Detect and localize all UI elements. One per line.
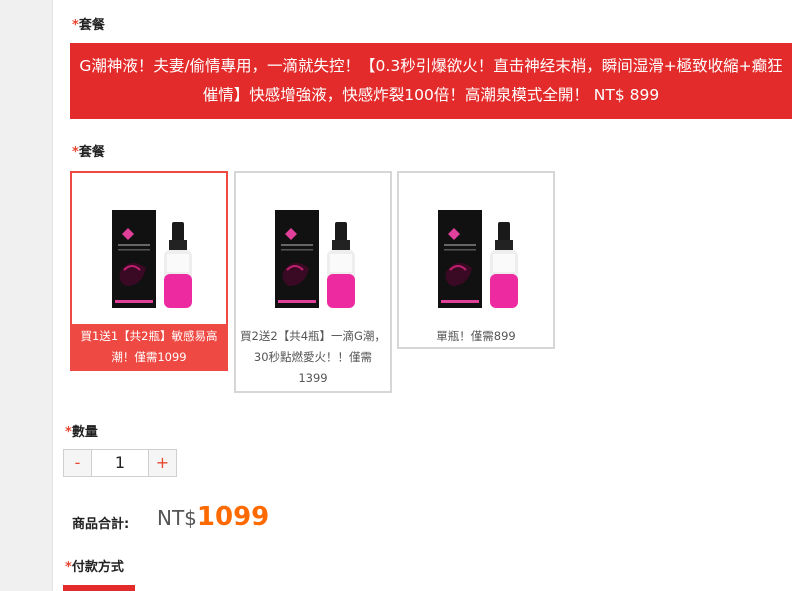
package-label-1: *套餐 (72, 18, 105, 33)
selected-package-title: G潮神液！夫妻/偷情專用，一滴就失控！【0.3秒引爆欲火！直击神经末梢，瞬间湿滑… (70, 43, 792, 119)
total-label: 商品合計: (72, 517, 130, 532)
product-bottle-icon (274, 209, 356, 309)
quantity-label: *數量 (65, 425, 98, 440)
quantity-minus-button[interactable]: - (63, 449, 92, 477)
package-option-3[interactable]: 單瓶！僅需899 (397, 171, 555, 349)
total-currency: NT$ (157, 506, 197, 530)
package-option-2[interactable]: 買2送2【共4瓶】一滴G潮，30秒點燃愛火！！僅需1399 (234, 171, 392, 393)
package-label-2: *套餐 (72, 145, 105, 160)
product-image (236, 173, 390, 324)
left-gutter (0, 0, 53, 591)
product-image (72, 173, 226, 324)
package-option-caption: 單瓶！僅需899 (436, 329, 516, 343)
package-option-1[interactable]: 買1送1【共2瓶】敏感易高潮！僅需1099 (70, 171, 228, 371)
product-image (399, 173, 553, 324)
package-option-caption: 買2送2【共4瓶】一滴G潮，30秒點燃愛火！！僅需1399 (240, 329, 386, 385)
total-amount: 1099 (196, 502, 270, 532)
quantity-stepper: - 1 + (63, 449, 177, 477)
payment-option-selected[interactable] (63, 585, 135, 591)
package-option-caption: 買1送1【共2瓶】敏感易高潮！僅需1099 (80, 329, 218, 364)
quantity-plus-button[interactable]: + (148, 449, 177, 477)
quantity-input[interactable]: 1 (92, 449, 148, 477)
total-price: NT$1099 (157, 502, 269, 532)
product-bottle-icon (437, 209, 519, 309)
payment-label: *付款方式 (65, 560, 124, 575)
product-bottle-icon (111, 209, 193, 309)
